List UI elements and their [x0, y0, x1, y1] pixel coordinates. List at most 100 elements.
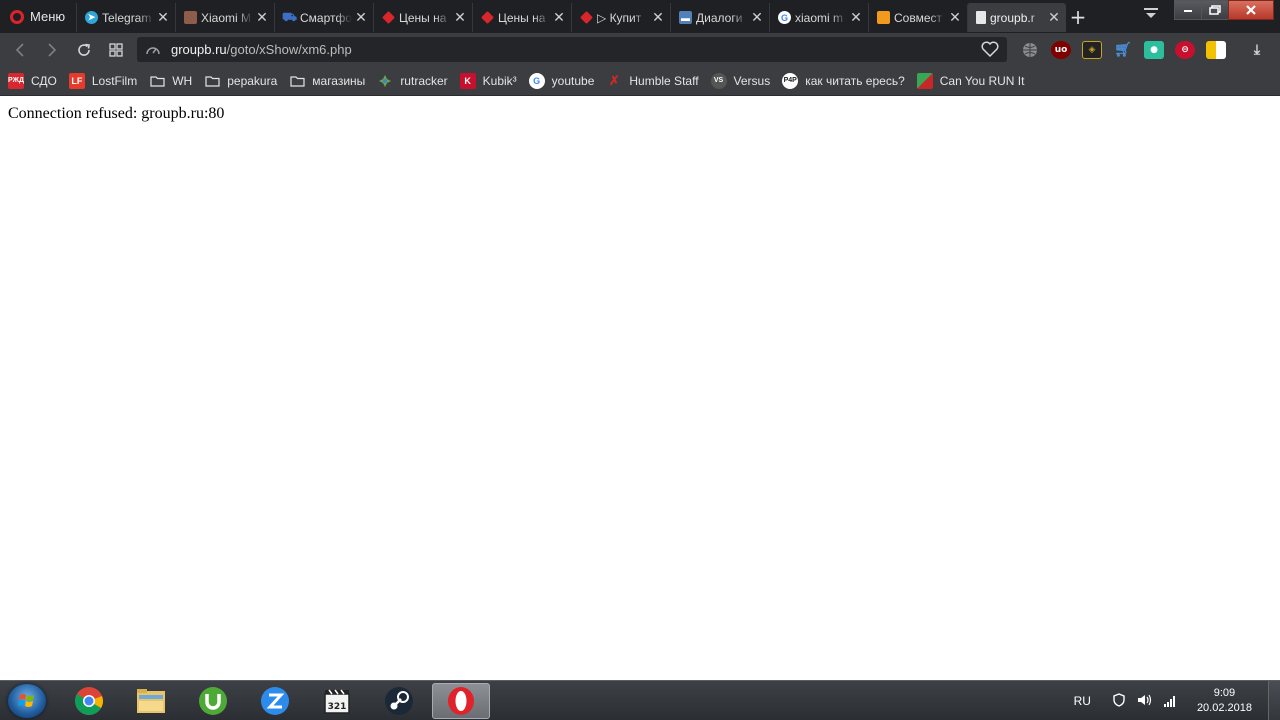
red-tag-icon	[382, 11, 395, 24]
bookmark-lostfilm[interactable]: LF LostFilm	[68, 72, 138, 89]
tab-label: ▷ Купит	[597, 10, 649, 25]
shopping-cart-icon[interactable]: 🛒︎	[1113, 41, 1133, 59]
bookmark-sdo[interactable]: РЖД СДО	[8, 72, 57, 89]
opera-icon	[448, 687, 474, 715]
url-text[interactable]: groupb.ru/goto/xShow/xm6.php	[171, 42, 352, 57]
rzd-icon: РЖД	[8, 72, 24, 89]
bookmark-label: LostFilm	[91, 73, 138, 88]
reload-button[interactable]	[68, 33, 100, 66]
close-icon[interactable]: ✕	[157, 9, 169, 26]
bookmark-rutracker[interactable]: rutracker	[377, 73, 448, 89]
address-bar[interactable]: groupb.ru/goto/xShow/xm6.php	[137, 37, 1007, 62]
close-window-button[interactable]	[1228, 0, 1274, 20]
action-center-icon[interactable]	[1113, 692, 1125, 711]
speedometer-icon	[146, 46, 160, 54]
explorer-taskbar-button[interactable]	[122, 683, 180, 719]
restore-button[interactable]	[1201, 0, 1228, 20]
tab-joint-purchase[interactable]: Совмест ✕	[868, 3, 967, 32]
versus-icon: VS	[710, 72, 727, 89]
back-button[interactable]	[4, 33, 36, 66]
bookmark-folder-pepakura[interactable]: pepakura	[204, 73, 277, 89]
close-icon[interactable]: ✕	[1048, 9, 1060, 26]
downloads-icon[interactable]: ⤓	[1247, 41, 1267, 59]
bookmark-label: youtube	[551, 73, 595, 88]
red-circle-extension-icon[interactable]: ⊖	[1175, 40, 1195, 59]
bookmark-humble-staff[interactable]: ✗ Humble Staff	[606, 73, 699, 89]
tab-google-search[interactable]: G xiaomi m ✕	[769, 3, 868, 32]
media-player-taskbar-button[interactable]: 321	[308, 683, 366, 719]
tab-label: Telegram	[102, 10, 154, 25]
show-desktop-button[interactable]	[1268, 681, 1280, 720]
utorrent-icon	[199, 687, 227, 715]
tab-buy[interactable]: ▷ Купит ✕	[571, 3, 670, 32]
tab-menu-icon[interactable]	[1138, 2, 1164, 24]
chrome-taskbar-button[interactable]	[60, 683, 118, 719]
bookmark-label: как читать ересь?	[805, 73, 905, 88]
opera-taskbar-button[interactable]	[432, 683, 490, 719]
extensions-area: uo ◈ 🛒︎ ● ⊖ ⤓	[1020, 33, 1278, 66]
tab-strip: Меню ➤ Telegram ✕ Xiaomi M ✕ ⛟ Смартфо ✕…	[0, 0, 1280, 33]
speed-dial-button[interactable]	[100, 33, 132, 66]
google-icon: G	[778, 11, 791, 24]
yellow-extension-icon[interactable]	[1206, 40, 1226, 59]
forward-button[interactable]	[36, 33, 68, 66]
url-path: /goto/xShow/xm6.php	[226, 42, 352, 57]
bookmark-kubik[interactable]: K Kubik³	[459, 72, 517, 89]
tab-prices-1[interactable]: Цены на ✕	[373, 3, 472, 32]
close-icon[interactable]: ✕	[256, 9, 268, 26]
clock[interactable]: 9:09 20.02.2018	[1197, 686, 1252, 716]
bookmark-folder-shops[interactable]: магазины	[289, 73, 365, 89]
utorrent-taskbar-button[interactable]	[184, 683, 242, 719]
tab-label: Цены на	[399, 10, 451, 25]
location-pin-icon[interactable]: ●	[1144, 40, 1164, 59]
tab-label: Xiaomi M	[201, 10, 253, 25]
tab-label: groupb.r	[990, 10, 1045, 25]
zoom-icon	[261, 687, 289, 715]
url-host: groupb.ru	[171, 42, 227, 57]
close-icon[interactable]: ✕	[652, 9, 664, 26]
close-icon[interactable]: ✕	[949, 9, 961, 26]
steam-taskbar-button[interactable]	[370, 683, 428, 719]
close-icon[interactable]: ✕	[751, 9, 763, 26]
folder-icon	[204, 73, 220, 89]
bookmark-versus[interactable]: VS Versus	[710, 72, 770, 89]
bookmark-label: rutracker	[400, 73, 448, 88]
tab-smartphones[interactable]: ⛟ Смартфо ✕	[274, 3, 373, 32]
heart-bookmark-icon[interactable]	[981, 41, 999, 61]
minimize-button[interactable]	[1174, 0, 1201, 20]
rutracker-icon	[377, 73, 393, 89]
hola-extension-icon[interactable]: ◈	[1082, 40, 1102, 59]
tab-label: xiaomi m	[795, 10, 847, 25]
close-icon[interactable]: ✕	[454, 9, 466, 26]
opera-menu-button[interactable]: Меню	[0, 0, 76, 33]
google-icon: G	[528, 72, 545, 89]
bookmark-folder-wh[interactable]: WH	[149, 73, 192, 89]
close-icon[interactable]: ✕	[355, 9, 367, 26]
start-button[interactable]	[8, 684, 46, 718]
opera-logo-icon	[10, 9, 24, 24]
red-tag-icon	[481, 11, 494, 24]
ublock-icon[interactable]: uo	[1051, 40, 1071, 59]
tab-groupb-active[interactable]: groupb.r ✕	[967, 3, 1066, 32]
network-signal-icon[interactable]	[1163, 692, 1177, 711]
close-icon[interactable]: ✕	[553, 9, 565, 26]
vpn-globe-icon[interactable]	[1020, 41, 1040, 59]
zona-taskbar-button[interactable]	[246, 683, 304, 719]
volume-icon[interactable]	[1137, 692, 1153, 711]
steam-icon	[385, 687, 413, 715]
new-tab-button[interactable]: +	[1066, 0, 1090, 33]
bookmark-label: магазины	[312, 73, 366, 88]
red-tag-icon	[580, 11, 593, 24]
bookmark-heresy[interactable]: P4P как читать ересь?	[782, 72, 905, 89]
menu-label: Меню	[30, 9, 66, 24]
tab-prices-2[interactable]: Цены на ✕	[472, 3, 571, 32]
close-icon[interactable]: ✕	[850, 9, 862, 26]
language-indicator[interactable]: RU	[1074, 694, 1091, 708]
tab-xiaomi-forum[interactable]: Xiaomi M ✕	[175, 3, 274, 32]
bookmark-canyourunit[interactable]: Can You RUN It	[916, 72, 1024, 89]
bookmark-youtube[interactable]: G youtube	[528, 72, 595, 89]
tab-telegram[interactable]: ➤ Telegram ✕	[76, 3, 175, 32]
kubik-icon: K	[459, 72, 476, 89]
tab-dialogs[interactable]: ▬ Диалоги ✕	[670, 3, 769, 32]
bookmarks-bar: РЖД СДО LF LostFilm WH pepakura магазины…	[0, 66, 1280, 96]
